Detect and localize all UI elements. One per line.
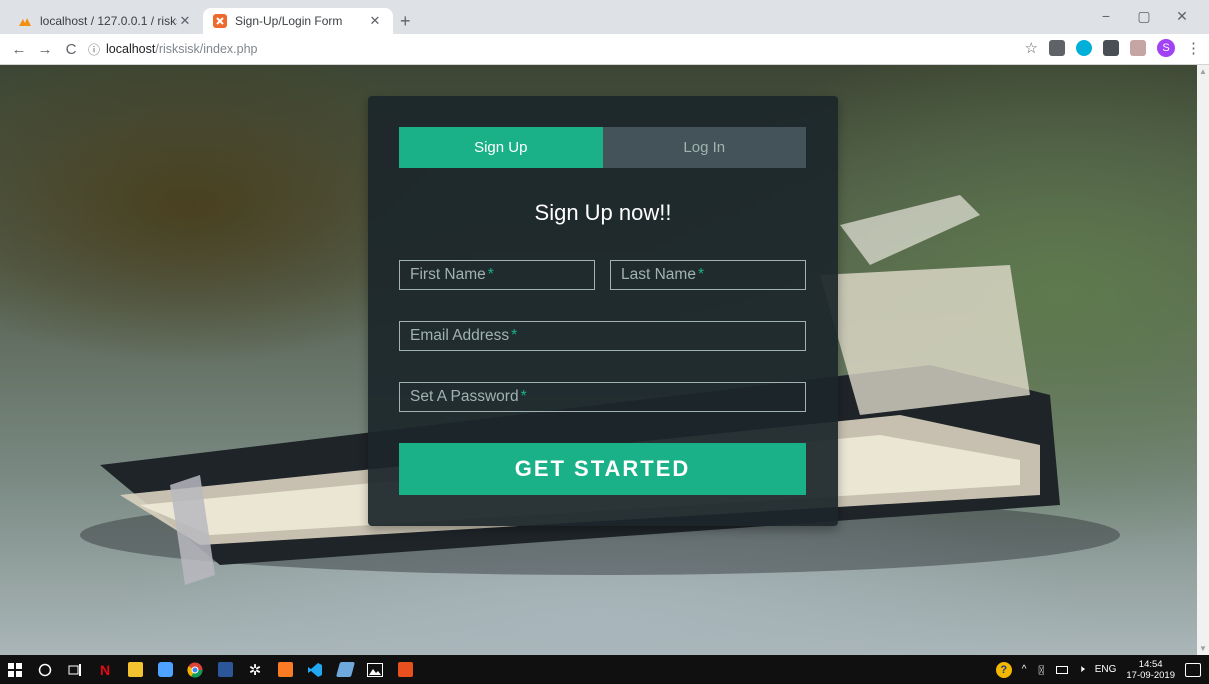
tab-sign-up[interactable]: Sign Up bbox=[399, 127, 603, 168]
taskbar-chrome[interactable] bbox=[180, 655, 210, 684]
windows-logo-icon bbox=[8, 662, 22, 677]
taskbar-app-blue[interactable] bbox=[330, 655, 360, 684]
required-marker: * bbox=[487, 266, 494, 283]
xampp-icon bbox=[213, 14, 227, 28]
help-icon[interactable]: ? bbox=[995, 661, 1012, 678]
extension-grammarly-icon[interactable] bbox=[1103, 40, 1119, 56]
clock-date: 17-09-2019 bbox=[1126, 669, 1175, 681]
close-icon[interactable]: ✕ bbox=[177, 13, 193, 29]
email-field[interactable]: Email Address * bbox=[399, 321, 806, 351]
page-scrollbar[interactable]: ▲ ▼ bbox=[1197, 65, 1209, 655]
windows-taskbar: N ✲ ? ^ 〿 🕨 ENG 14:54 17-09-2019 bbox=[0, 655, 1209, 684]
scroll-up-icon[interactable]: ▲ bbox=[1197, 67, 1209, 76]
browser-tabstrip: localhost / 127.0.0.1 / risksisk / lo ✕ … bbox=[0, 0, 1209, 34]
tab-signup-form[interactable]: Sign-Up/Login Form ✕ bbox=[203, 8, 393, 34]
box-icon bbox=[157, 662, 173, 677]
clock-time: 14:54 bbox=[1138, 658, 1163, 670]
password-label-text: Set A Password bbox=[410, 388, 519, 405]
back-button[interactable]: ← bbox=[6, 41, 32, 58]
required-marker: * bbox=[697, 266, 704, 283]
tab-title: Sign-Up/Login Form bbox=[235, 14, 343, 28]
first-name-label-text: First Name bbox=[410, 266, 486, 283]
taskbar-netflix[interactable]: N bbox=[90, 655, 120, 684]
password-field[interactable]: Set A Password * bbox=[399, 382, 806, 412]
xampp-icon bbox=[277, 662, 293, 677]
address-path: /risksisk/index.php bbox=[155, 42, 258, 56]
email-label: Email Address * bbox=[410, 327, 517, 345]
extension-pdf-icon[interactable] bbox=[1130, 40, 1146, 56]
netflix-icon: N bbox=[99, 661, 111, 678]
window-controls: − ▢ ✕ bbox=[1087, 8, 1201, 25]
folder-icon bbox=[127, 662, 143, 677]
minimize-button[interactable]: − bbox=[1087, 8, 1125, 25]
search-circle-icon bbox=[38, 663, 52, 676]
language-indicator[interactable]: ENG bbox=[1095, 664, 1117, 675]
gear-icon: ✲ bbox=[248, 661, 262, 679]
reload-button[interactable]: C bbox=[58, 41, 84, 58]
info-icon[interactable]: ⓘ bbox=[88, 41, 100, 58]
close-window-button[interactable]: ✕ bbox=[1163, 8, 1201, 25]
scroll-down-icon[interactable]: ▼ bbox=[1197, 644, 1209, 653]
extension-camera-icon[interactable] bbox=[1049, 40, 1065, 56]
battery-icon[interactable] bbox=[1056, 665, 1069, 674]
first-name-field[interactable]: First Name * bbox=[399, 260, 595, 290]
last-name-label: Last Name * bbox=[621, 266, 704, 284]
vscode-icon bbox=[308, 662, 322, 677]
signup-form-card: Sign Up Log In Sign Up now!! First Name *… bbox=[368, 96, 838, 526]
page-viewport: Sign Up Log In Sign Up now!! First Name *… bbox=[0, 65, 1209, 655]
start-button[interactable] bbox=[0, 655, 30, 684]
menu-dots-icon[interactable]: ⋮ bbox=[1186, 39, 1201, 57]
taskbar-box[interactable] bbox=[150, 655, 180, 684]
new-tab-button[interactable]: + bbox=[400, 11, 411, 31]
system-tray: ? ^ 〿 🕨 ENG 14:54 17-09-2019 bbox=[995, 655, 1209, 684]
search-button[interactable] bbox=[30, 655, 60, 684]
password-label: Set A Password * bbox=[410, 388, 527, 406]
chrome-icon bbox=[187, 662, 203, 678]
network-icon[interactable]: 〿 bbox=[1036, 662, 1046, 677]
taskbar-vscode[interactable] bbox=[300, 655, 330, 684]
tab-phpmyadmin[interactable]: localhost / 127.0.0.1 / risksisk / lo ✕ bbox=[8, 8, 203, 34]
taskbar-file-explorer[interactable] bbox=[120, 655, 150, 684]
taskbar-xampp[interactable] bbox=[270, 655, 300, 684]
last-name-field[interactable]: Last Name * bbox=[610, 260, 806, 290]
maximize-button[interactable]: ▢ bbox=[1125, 8, 1163, 25]
get-started-button[interactable]: GET STARTED bbox=[399, 443, 806, 495]
required-marker: * bbox=[511, 327, 518, 344]
taskbar-word[interactable] bbox=[210, 655, 240, 684]
browser-toolbar: ← → C ⓘ localhost/risksisk/index.php ☆ S… bbox=[0, 34, 1209, 65]
chevron-up-icon[interactable]: ^ bbox=[1022, 664, 1027, 675]
extension-circle-icon[interactable] bbox=[1076, 40, 1092, 56]
toolbar-extensions: ☆ S ⋮ bbox=[1025, 39, 1201, 57]
bookmark-star-icon[interactable]: ☆ bbox=[1025, 39, 1038, 57]
address-bar[interactable]: ⓘ localhost/risksisk/index.php bbox=[88, 41, 257, 58]
taskbar-photos[interactable] bbox=[360, 655, 390, 684]
app-icon bbox=[335, 662, 355, 677]
photos-icon bbox=[367, 662, 383, 677]
tab-log-in[interactable]: Log In bbox=[602, 127, 806, 168]
app-orange-icon bbox=[397, 662, 413, 677]
task-view-icon bbox=[68, 663, 81, 676]
address-host: localhost bbox=[106, 42, 156, 56]
tab-title: localhost / 127.0.0.1 / risksisk / lo bbox=[40, 14, 177, 28]
close-icon[interactable]: ✕ bbox=[367, 13, 383, 29]
word-icon bbox=[217, 662, 233, 677]
required-marker: * bbox=[520, 388, 527, 405]
email-label-text: Email Address bbox=[410, 327, 510, 344]
form-tab-group: Sign Up Log In bbox=[399, 127, 806, 168]
form-heading: Sign Up now!! bbox=[534, 200, 672, 225]
task-view-button[interactable] bbox=[60, 655, 90, 684]
phpmyadmin-icon bbox=[19, 18, 31, 26]
clock[interactable]: 14:54 17-09-2019 bbox=[1126, 659, 1175, 681]
profile-avatar[interactable]: S bbox=[1157, 39, 1175, 57]
taskbar-settings[interactable]: ✲ bbox=[240, 655, 270, 684]
forward-button[interactable]: → bbox=[32, 41, 58, 58]
notification-center-icon[interactable] bbox=[1185, 662, 1201, 677]
first-name-label: First Name * bbox=[410, 266, 494, 284]
volume-mute-icon[interactable]: 🕨 bbox=[1078, 664, 1084, 675]
taskbar-app-orange[interactable] bbox=[390, 655, 420, 684]
last-name-label-text: Last Name bbox=[621, 266, 696, 283]
